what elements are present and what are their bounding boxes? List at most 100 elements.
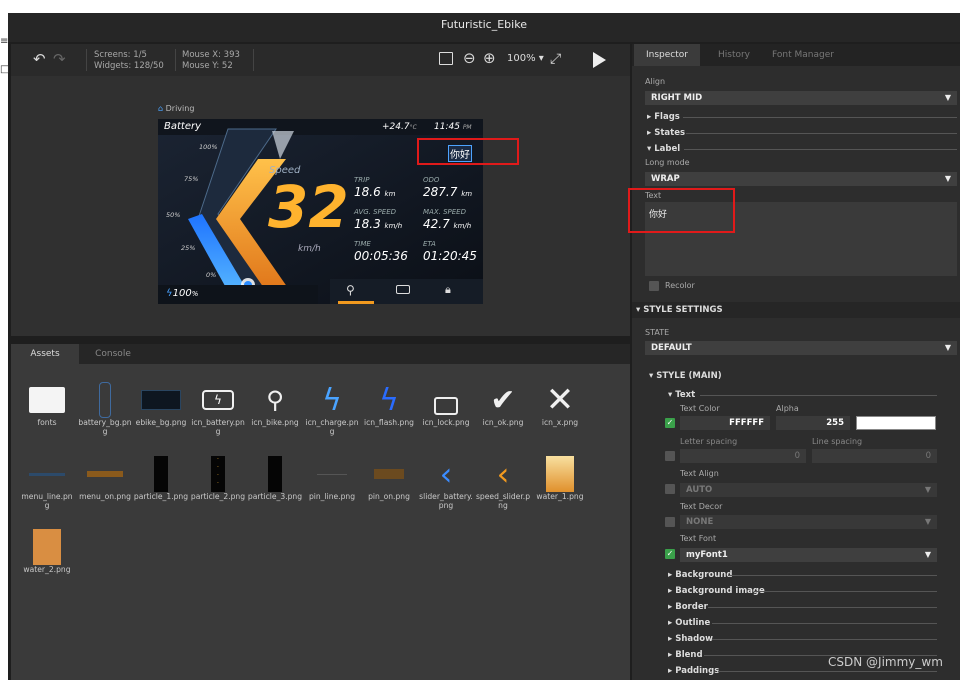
asset-item[interactable]: battery_bg.png [77,382,133,436]
lock-icon[interactable]: 🔒︎ [445,283,451,297]
recolor-checkbox[interactable] [649,281,659,291]
asset-name: icn_flash.png [364,418,414,427]
asset-item[interactable]: ‹ speed_slider.png [475,455,531,510]
text-decor-label: Text Decor [680,502,723,511]
label-section[interactable]: ▾ Label [647,144,680,154]
asset-item[interactable]: pin_on.png [361,456,417,501]
asset-item[interactable]: particle_1.png [133,456,189,501]
text-font-select[interactable]: myFont1 ▼ [680,548,937,562]
trip-unit: km [384,190,396,198]
speed-slider-icon: ‹ [496,455,510,493]
text-color-checkbox[interactable]: ✓ [665,418,675,428]
toolbar-divider [175,49,176,71]
avg-speed-unit: km/h [384,222,403,230]
asset-item[interactable]: menu_line.png [19,456,75,510]
style-main-section[interactable]: ▾ STYLE (MAIN) [649,371,722,381]
asset-item[interactable]: ✔ icn_ok.png [475,382,531,428]
state-select[interactable]: DEFAULT ▼ [645,341,957,355]
tab-font-manager[interactable]: Font Manager [768,44,838,66]
asset-item[interactable]: · · · · particle_2.png [190,456,246,501]
asset-item[interactable]: water_2.png [19,529,75,574]
play-icon[interactable] [593,52,606,68]
asset-item[interactable]: fonts [19,382,75,427]
battery-tick: 75% [184,175,199,183]
text-font-label: Text Font [680,534,717,543]
long-mode-label: Long mode [645,158,690,167]
align-select[interactable]: RIGHT MID ▼ [645,91,957,105]
temperature-value: +24.7 [382,122,410,132]
battery-bg-icon [77,382,133,418]
text-align-select[interactable]: AUTO ▼ [680,483,937,497]
asset-item[interactable]: menu_on.png [77,456,133,501]
letter-spacing-label: Letter spacing [680,437,738,446]
background-image-section[interactable]: ▸ Background image [668,586,765,596]
asset-item[interactable]: pin_line.png [304,456,360,501]
max-speed-readout: 42.7 km/h [423,217,471,231]
zoom-out-icon[interactable]: ⊖ [463,50,476,66]
letter-spacing-input[interactable]: 0 [680,449,806,463]
text-decor-checkbox[interactable] [665,517,675,527]
text-decor-select[interactable]: NONE ▼ [680,515,937,529]
undo-icon[interactable]: ↶ [33,51,46,67]
annotation-highlight-label [417,138,519,165]
alpha-input[interactable]: 255 [776,416,850,430]
battery-percent-value: 100 [172,288,192,299]
clock-ampm: PM [462,124,472,131]
asset-item[interactable]: ϟ icn_battery.png [190,382,246,436]
style-settings-header[interactable]: ▾ STYLE SETTINGS [632,302,960,318]
text-style-title: Text [675,390,696,400]
asset-name: ebike_bg.png [135,418,187,427]
border-section[interactable]: ▸ Border [668,602,708,612]
shadow-section[interactable]: ▸ Shadow [668,634,713,644]
tab-console[interactable]: Console [79,344,147,364]
asset-item[interactable]: water_1.png [532,456,588,501]
line-spacing-input[interactable]: 0 [812,449,937,463]
trip-label: TRIP [354,176,370,184]
text-font-checkbox[interactable]: ✓ [665,549,675,559]
asset-item[interactable]: ✕ icn_x.png [532,380,588,427]
paddings-section[interactable]: ▸ Paddings [668,666,719,676]
states-section[interactable]: ▸ States [647,128,685,138]
color-swatch[interactable] [856,416,936,430]
fit-screen-icon[interactable]: ⤢ [550,51,561,67]
redo-icon[interactable]: ↷ [53,51,66,67]
asset-item[interactable]: ‹ slider_battery.png [418,455,474,510]
image-icon[interactable] [439,52,453,65]
screen-label[interactable]: ⌂ Driving [158,104,194,113]
asset-name: icn_bike.png [251,418,299,427]
eta-value: 01:20:45 [423,249,477,263]
text-align-checkbox[interactable] [665,484,675,494]
zoom-in-icon[interactable]: ⊕ [483,50,496,66]
zoom-level: 100% [507,53,536,64]
zoom-level-select[interactable]: 100% ▾ [507,53,544,64]
asset-item[interactable]: ⚲ icn_bike.png [247,382,303,427]
alpha-label: Alpha [776,404,799,413]
text-style-section[interactable]: ▾ Text [668,390,695,400]
text-color-input[interactable]: FFFFFF [680,416,770,430]
asset-item[interactable]: ϟ icn_charge.png [304,382,360,437]
outline-section[interactable]: ▸ Outline [668,618,710,628]
tab-inspector[interactable]: Inspector [634,44,700,66]
assets-grid: fonts battery_bg.png ebike_bg.png ϟ icn_b… [11,364,630,680]
divider [700,395,937,396]
background-section[interactable]: ▸ Background [668,570,732,580]
blend-section[interactable]: ▸ Blend [668,650,703,660]
asset-name: icn_lock.png [422,418,470,427]
asset-item[interactable]: particle_3.png [247,456,303,501]
asset-item[interactable]: icn_lock.png [418,382,474,427]
flags-section[interactable]: ▸ Flags [647,112,680,122]
tab-history[interactable]: History [702,44,766,66]
check-icon: ✔ [490,382,516,418]
battery-charge-icon[interactable] [396,285,410,294]
asset-item[interactable]: ebike_bg.png [133,382,189,427]
asset-name: icn_charge.png [305,418,359,436]
asset-item[interactable]: ϟ icn_flash.png [361,382,417,428]
battery-tick: 100% [199,143,218,151]
divider [708,607,937,608]
long-mode-select[interactable]: WRAP ▼ [645,172,957,186]
spacing-checkbox[interactable] [665,451,675,461]
asset-name: slider_battery.png [419,492,473,510]
bike-icon[interactable]: ⚲ [346,283,355,297]
tab-assets[interactable]: Assets [11,344,79,364]
widgets-count: Widgets: 128/50 [94,61,164,71]
